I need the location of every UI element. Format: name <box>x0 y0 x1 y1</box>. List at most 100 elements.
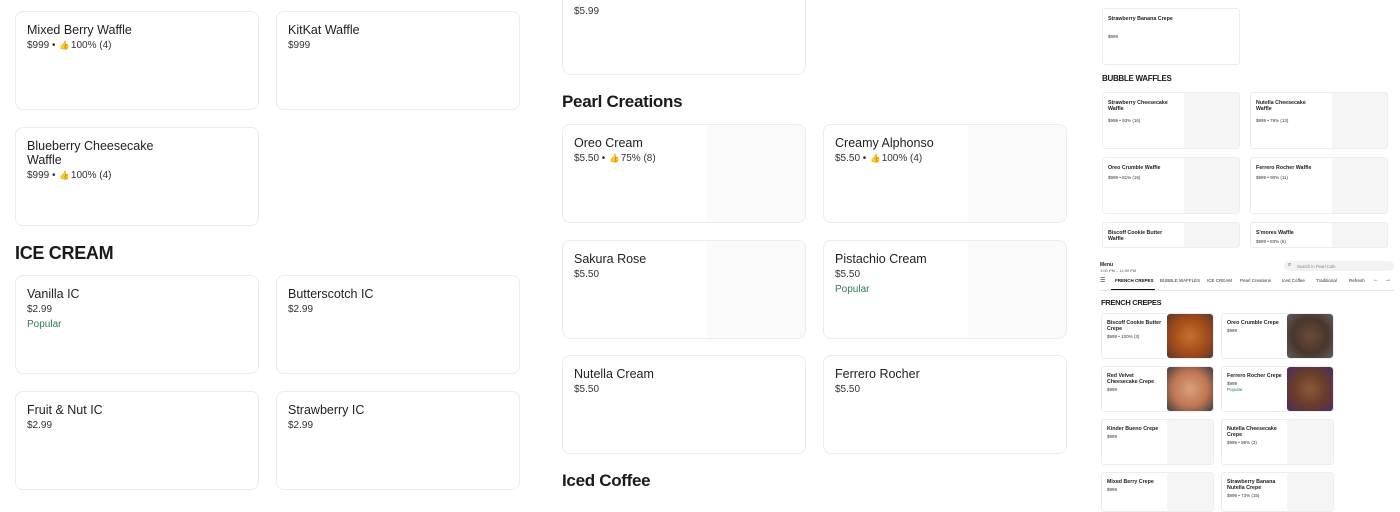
menu-item-card[interactable]: Butterscotch IC $2.99 <box>276 275 520 374</box>
preview-item-image <box>1167 367 1213 411</box>
preview-item-price: $999 <box>1108 34 1119 39</box>
item-price: $5.50 <box>835 269 861 280</box>
menu-item-card[interactable]: Pistachio Cream $5.50 Popular <box>823 240 1067 339</box>
popular-badge: Popular <box>835 284 870 295</box>
item-name: KitKat Waffle <box>288 23 360 37</box>
menu-item-card[interactable]: Mixed Berry Waffle $999 • 👍100% (4) <box>15 11 259 110</box>
preview-item-meta: $999 • 81% (16) <box>1108 175 1141 180</box>
thumbs-up-icon: 👍 <box>59 40 70 50</box>
preview-item-card[interactable]: Red Velvet Cheesecake Crepe $999 <box>1101 366 1214 412</box>
preview-tab-pearl-creations[interactable]: Pearl Creations <box>1240 278 1271 283</box>
preview-item-name: Biscoff Cookie Butter Waffle <box>1108 230 1163 243</box>
item-name: Blueberry Cheesecake Waffle <box>27 139 154 167</box>
preview-item-image <box>1332 93 1387 148</box>
item-image-placeholder <box>968 125 1066 222</box>
section-title-ice-cream: ICE CREAM <box>15 243 114 263</box>
preview-tab-iced-coffee[interactable]: Iced Coffee <box>1282 278 1305 283</box>
preview-item-meta: $999 <box>1107 387 1118 392</box>
preview-item-meta: $999 <box>1227 328 1238 333</box>
menu-item-card[interactable]: Vanilla IC $2.99 Popular <box>15 275 259 374</box>
preview-item-image <box>1184 223 1239 247</box>
preview-item-name: Oreo Crumble Waffle <box>1108 165 1161 171</box>
section-title-pearl-creations: Pearl Creations <box>562 92 683 111</box>
preview-item-card[interactable]: Biscoff Cookie Butter Waffle <box>1102 222 1240 248</box>
item-price: $2.99 <box>27 304 53 315</box>
menu-item-card[interactable]: Ferrero Rocher $5.50 <box>823 355 1067 454</box>
preview-item-meta: $999 • 93% (16) <box>1108 118 1141 123</box>
preview-section-bubble-waffles: BUBBLE WAFFLES <box>1102 74 1172 83</box>
item-price: $5.50 <box>574 269 600 280</box>
preview-item-meta: $999 • 73% (15) <box>1227 493 1260 498</box>
preview-item-card[interactable]: Nutella Cheesecake Waffle $999 • 76% (13… <box>1250 92 1388 149</box>
item-price: $2.99 <box>288 304 314 315</box>
preview-item-card[interactable]: Ferrero Rocher Waffle $999 • 90% (11) <box>1250 157 1388 214</box>
menu-item-card[interactable]: $5.99 <box>562 0 806 75</box>
thumbs-up-icon: 👍 <box>59 170 70 180</box>
item-meta: $5.50 • 👍75% (8) <box>574 153 656 164</box>
preview-item-card[interactable]: Oreo Crumble Waffle $999 • 81% (16) <box>1102 157 1240 214</box>
preview-item-name: Strawberry Banana Nutella Crepe <box>1227 479 1276 492</box>
arrow-right-icon[interactable]: → <box>1385 277 1391 283</box>
list-icon[interactable]: ☰ <box>1100 277 1105 284</box>
item-name: Fruit & Nut IC <box>27 403 103 417</box>
preview-section-french-crepes: FRENCH CREPES <box>1101 298 1162 307</box>
preview-item-image <box>1332 158 1387 213</box>
item-name: Vanilla IC <box>27 287 80 301</box>
item-name: Sakura Rose <box>574 252 647 266</box>
preview-item-card[interactable]: Nutella Cheesecake Crepe $999 • 96% (3) <box>1221 419 1334 465</box>
section-title-iced-coffee: Iced Coffee <box>562 471 651 490</box>
popular-badge: Popular <box>27 319 62 330</box>
preview-item-card[interactable]: Ferrero Rocher Crepe $999 Popular <box>1221 366 1334 412</box>
preview-tab-traditional[interactable]: Traditional <box>1316 278 1337 283</box>
preview-tab-refresh[interactable]: Refresh <box>1349 278 1365 283</box>
preview-item-image <box>1287 473 1333 511</box>
item-name: Oreo Cream <box>574 136 643 150</box>
preview-item-card[interactable]: Strawberry Banana Nutella Crepe $999 • 7… <box>1221 472 1334 512</box>
preview-item-card[interactable]: Mixed Berry Crepe $999 <box>1101 472 1214 512</box>
preview-tab-bubble-waffles[interactable]: BUBBLE WAFFLES <box>1160 278 1200 283</box>
menu-item-card[interactable]: Blueberry Cheesecake Waffle $999 • 👍100%… <box>15 127 259 226</box>
menu-item-card[interactable]: Oreo Cream $5.50 • 👍75% (8) <box>562 124 806 223</box>
tabs-divider <box>1100 290 1394 291</box>
menu-item-card[interactable]: KitKat Waffle $999 <box>276 11 520 110</box>
preview-item-card[interactable]: Kinder Bueno Crepe $999 <box>1101 419 1214 465</box>
item-image-placeholder <box>707 125 805 222</box>
preview-item-name: Mixed Berry Crepe <box>1107 479 1154 485</box>
item-price: $5.99 <box>574 6 600 17</box>
preview-item-name: Ferrero Rocher Waffle <box>1256 165 1312 171</box>
preview-item-image <box>1332 223 1387 247</box>
item-name: Mixed Berry Waffle <box>27 23 132 37</box>
preview-item-meta: $999 • 96% (3) <box>1227 440 1257 445</box>
item-image-placeholder <box>968 241 1066 338</box>
preview-item-image <box>1287 367 1333 411</box>
menu-item-card[interactable]: Strawberry IC $2.99 <box>276 391 520 490</box>
preview-item-card[interactable]: Strawberry Cheesecake Waffle $999 • 93% … <box>1102 92 1240 149</box>
preview-item-name: Nutella Cheesecake Waffle <box>1256 100 1306 113</box>
item-image-placeholder <box>707 241 805 338</box>
menu-item-card[interactable]: Nutella Cream $5.50 <box>562 355 806 454</box>
menu-item-card[interactable]: Creamy Alphonso $5.50 • 👍100% (4) <box>823 124 1067 223</box>
preview-item-card[interactable]: S'mores Waffle $999 • 83% (6) <box>1250 222 1388 248</box>
preview-item-card[interactable]: Strawberry Banana Crepe $999 <box>1102 8 1240 65</box>
thumbs-up-icon: 👍 <box>609 153 620 163</box>
item-meta: $999 • 👍100% (4) <box>27 170 112 181</box>
preview-item-name: Biscoff Cookie Butter Crepe <box>1107 320 1162 333</box>
preview-item-meta: $999 <box>1107 487 1118 492</box>
item-price: $2.99 <box>288 420 314 431</box>
menu-item-card[interactable]: Sakura Rose $5.50 <box>562 240 806 339</box>
preview-item-card[interactable]: Oreo Crumble Crepe $999 <box>1221 313 1334 359</box>
preview-tab-french-crepes[interactable]: FRENCH CREPES <box>1115 278 1154 283</box>
preview-item-image <box>1184 93 1239 148</box>
item-name: Pistachio Cream <box>835 252 927 266</box>
preview-search-bar[interactable]: ⌕ Search in Pearl Cafe <box>1284 261 1394 271</box>
menu-item-card[interactable]: Fruit & Nut IC $2.99 <box>15 391 259 490</box>
preview-tab-ice-cream[interactable]: ICE CREAM <box>1207 278 1232 283</box>
preview-item-card[interactable]: Biscoff Cookie Butter Crepe $999 • 100% … <box>1101 313 1214 359</box>
preview-item-image <box>1287 420 1333 464</box>
preview-item-name: Ferrero Rocher Crepe <box>1227 373 1282 379</box>
preview-item-meta: $999 <box>1107 434 1118 439</box>
item-name: Creamy Alphonso <box>835 136 934 150</box>
arrow-left-icon[interactable]: ← <box>1373 277 1379 283</box>
item-price: $2.99 <box>27 420 53 431</box>
preview-item-name: Kinder Bueno Crepe <box>1107 426 1159 432</box>
